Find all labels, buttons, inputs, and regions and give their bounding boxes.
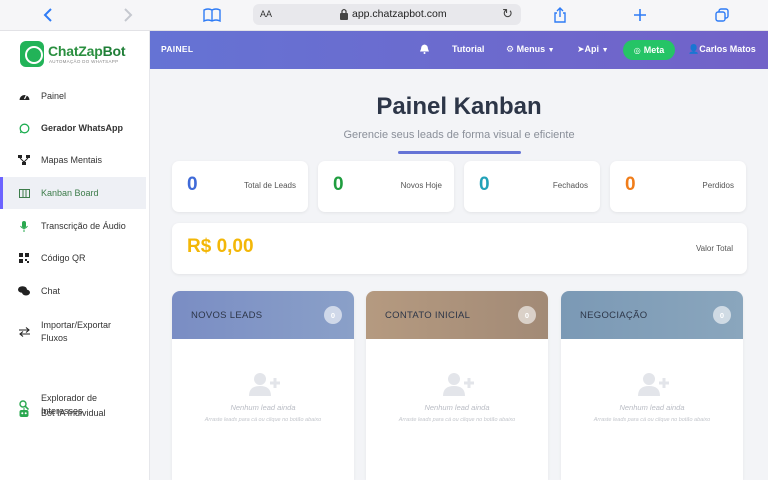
column-count-badge: 0: [324, 306, 342, 324]
page-title: Painel Kanban: [376, 93, 542, 120]
brand-tagline: AUTOMAÇÃO DO WHATSAPP: [49, 59, 119, 64]
stat-card-total-leads: 0 Total de Leads: [172, 161, 308, 212]
user-plus-icon: [249, 373, 280, 396]
column-title: NEGOCIAÇÃO: [580, 310, 648, 321]
kanban-column-novos-leads[interactable]: NOVOS LEADS 0 Nenhum lead ainda Arraste …: [172, 291, 354, 480]
stat-card-fechados: 0 Fechados: [464, 161, 600, 212]
user-plus-icon: [443, 373, 474, 396]
user-menu[interactable]: 👤Carlos Matos: [688, 44, 756, 55]
sidebar-item-label: Painel: [41, 90, 67, 101]
sidebar-item-label: Bot IA Individual: [41, 407, 106, 418]
whatsapp-icon: ◎: [633, 45, 641, 55]
sidebar-item-kanban-board[interactable]: Kanban Board: [0, 177, 146, 209]
lock-icon: [340, 8, 348, 20]
notifications-bell-icon[interactable]: [420, 44, 429, 56]
bookmarks-icon[interactable]: [200, 4, 224, 26]
microphone-icon: [18, 220, 30, 232]
column-header: CONTATO INICIAL 0: [366, 291, 548, 339]
stat-label: Fechados: [552, 181, 588, 190]
stat-value: 0: [333, 174, 344, 195]
total-value-card: R$ 0,00 Valor Total: [172, 223, 747, 274]
chat-icon: [18, 285, 30, 297]
cogs-icon: ⚙: [506, 44, 517, 54]
stat-label: Total de Leads: [243, 181, 296, 190]
empty-state-title: Nenhum lead ainda: [230, 403, 296, 412]
header-title: PAINEL: [161, 44, 194, 54]
column-header: NOVOS LEADS 0: [172, 291, 354, 339]
column-title: CONTATO INICIAL: [385, 310, 471, 321]
new-tab-icon[interactable]: [628, 4, 652, 26]
back-icon[interactable]: [36, 4, 60, 26]
column-header: NEGOCIAÇÃO 0: [561, 291, 743, 339]
stat-value: 0: [187, 174, 198, 195]
tutorial-link[interactable]: Tutorial: [452, 44, 484, 54]
share-icon[interactable]: [548, 4, 572, 26]
exchange-icon: [18, 326, 30, 338]
kanban-column-contato-inicial[interactable]: CONTATO INICIAL 0 Nenhum lead ainda Arra…: [366, 291, 548, 480]
sidebar-item-bot-ia[interactable]: Bot IA Individual: [0, 397, 146, 429]
sidebar-item-mapas-mentais[interactable]: Mapas Mentais: [0, 144, 146, 176]
stat-label: Novos Hoje: [400, 181, 442, 190]
sidebar-item-label: Kanban Board: [41, 187, 99, 198]
chatzapbot-logo-icon: [20, 41, 44, 67]
empty-state-hint: Arraste leads para cá ou clique no botão…: [593, 417, 711, 423]
sitemap-icon: [18, 154, 30, 166]
title-underline: [398, 151, 521, 154]
robot-icon: [18, 407, 30, 419]
sidebar: ChatZapBot AUTOMAÇÃO DO WHATSAPP Painel …: [0, 31, 150, 480]
kanban-icon: [18, 187, 30, 199]
stat-value: 0: [625, 174, 636, 195]
paper-plane-icon: ➤: [577, 44, 585, 54]
reload-icon[interactable]: ↻: [502, 6, 513, 22]
empty-state-hint: Arraste leads para cá ou clique no botão…: [398, 417, 516, 423]
page-subtitle: Gerencie seus leads de forma visual e ef…: [343, 129, 575, 141]
kanban-column-negociacao[interactable]: NEGOCIAÇÃO 0 Nenhum lead ainda Arraste l…: [561, 291, 743, 480]
menus-dropdown[interactable]: ⚙ Menus ▼: [506, 44, 555, 55]
sidebar-item-importar-exportar[interactable]: Importar/Exportar Fluxos: [0, 314, 146, 350]
text-size-button[interactable]: AA: [260, 9, 272, 19]
top-navbar: PAINEL Tutorial ⚙ Menus ▼ ➤Api ▼ ◎ Meta 👤…: [150, 31, 768, 69]
sidebar-item-label: Chat: [41, 285, 61, 296]
sidebar-item-painel[interactable]: Painel: [0, 80, 146, 112]
whatsapp-icon: [18, 122, 30, 134]
qrcode-icon: [18, 252, 30, 264]
sidebar-item-gerador-whatsapp[interactable]: Gerador WhatsApp: [0, 112, 146, 144]
sidebar-item-label: Código QR: [41, 252, 86, 263]
user-plus-icon: [638, 373, 669, 396]
meta-button[interactable]: ◎ Meta: [623, 40, 675, 60]
stat-card-perdidos: 0 Perdidos: [610, 161, 746, 212]
api-dropdown[interactable]: ➤Api ▼: [577, 44, 609, 55]
sidebar-item-label: Transcrição de Áudio: [41, 220, 126, 231]
column-count-badge: 0: [518, 306, 536, 324]
stat-card-novos-hoje: 0 Novos Hoje: [318, 161, 454, 212]
sidebar-item-chat[interactable]: Chat: [0, 275, 146, 307]
brand-logo[interactable]: ChatZapBot AUTOMAÇÃO DO WHATSAPP: [20, 41, 140, 73]
column-count-badge: 0: [713, 306, 731, 324]
empty-state-title: Nenhum lead ainda: [619, 403, 685, 412]
tabs-overview-icon[interactable]: [710, 4, 734, 26]
caret-down-icon: ▼: [601, 47, 609, 54]
address-bar[interactable]: AA app.chatzapbot.com ↻: [253, 4, 521, 25]
sidebar-item-codigo-qr[interactable]: Código QR: [0, 242, 146, 274]
dashboard-icon: [18, 90, 30, 102]
brand-name: ChatZapBot: [48, 43, 126, 59]
empty-state-title: Nenhum lead ainda: [424, 403, 490, 412]
forward-icon[interactable]: [116, 4, 140, 26]
user-icon: 👤: [688, 44, 700, 54]
stat-value: 0: [479, 174, 490, 195]
sidebar-item-transcricao-audio[interactable]: Transcrição de Áudio: [0, 210, 146, 242]
url-text: app.chatzapbot.com: [352, 8, 447, 20]
total-value-amount: R$ 0,00: [187, 236, 254, 257]
empty-state-hint: Arraste leads para cá ou clique no botão…: [204, 417, 322, 423]
sidebar-item-label: Mapas Mentais: [41, 154, 103, 165]
column-title: NOVOS LEADS: [191, 310, 263, 321]
sidebar-item-label: Gerador WhatsApp: [41, 122, 124, 133]
stat-label: Perdidos: [702, 181, 734, 190]
sidebar-item-label: Importar/Exportar Fluxos: [41, 320, 112, 343]
browser-toolbar: AA app.chatzapbot.com ↻: [0, 0, 768, 31]
total-value-label: Valor Total: [695, 244, 733, 253]
caret-down-icon: ▼: [547, 47, 555, 54]
